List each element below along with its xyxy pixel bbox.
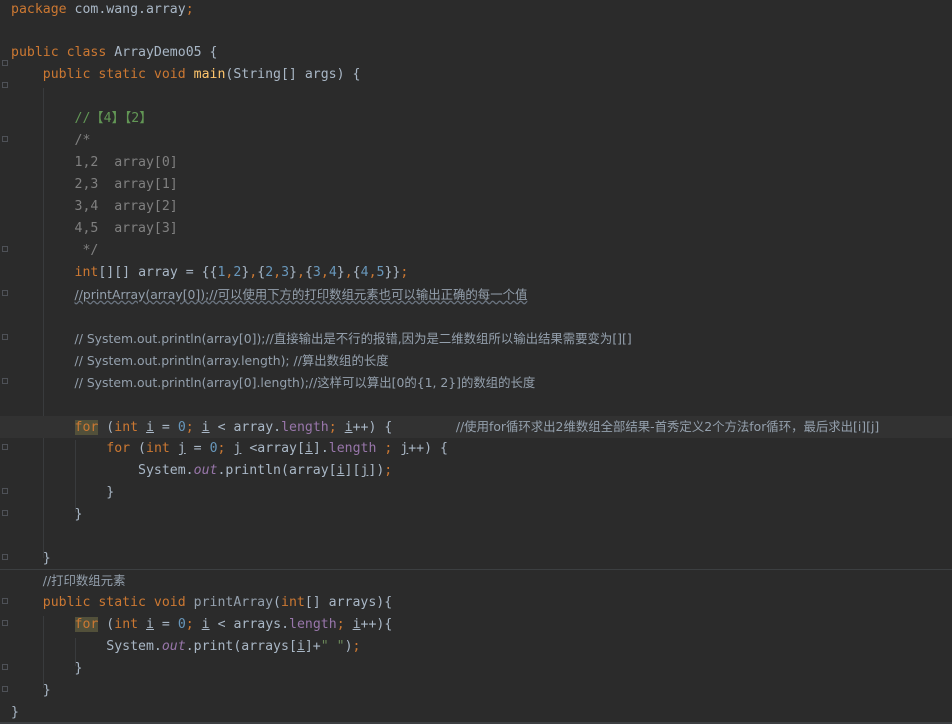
code-line-close-print: } <box>11 683 51 698</box>
fold-marker-icon[interactable] <box>2 378 8 384</box>
code-line-outer-for[interactable]: for (int i = 0; i < array.length; i++) {… <box>0 416 952 438</box>
code-line-block-3: 3,4 array[2] <box>74 199 178 214</box>
code-line-block-close: */ <box>74 243 99 258</box>
fold-marker-icon[interactable] <box>2 598 8 604</box>
fold-marker-icon[interactable] <box>2 554 8 560</box>
fold-marker-icon[interactable] <box>2 664 8 670</box>
code-line-print-call: System.out.print(arrays[i]+" "); <box>11 639 361 654</box>
code-line-inner-for: for (int j = 0; j <array[i].length ; j++… <box>106 441 448 456</box>
fold-gutter <box>0 0 10 722</box>
code-line-close-print-for: } <box>11 661 83 676</box>
code-line-class: public class ArrayDemo05 { <box>11 45 218 60</box>
fold-marker-icon[interactable] <box>2 444 8 450</box>
code-line-block-open: /* <box>74 133 91 148</box>
code-line-comment-print: //printArray(array[0]);//可以使用下方的打印数组元素也可… <box>74 287 528 302</box>
fold-marker-icon[interactable] <box>2 334 8 340</box>
fold-marker-icon[interactable] <box>2 60 8 66</box>
code-line-block-1: 1,2 array[0] <box>74 155 178 170</box>
fold-marker-icon[interactable] <box>2 510 8 516</box>
code-line-print-signature: public static void printArray(int[] arra… <box>42 595 393 610</box>
fold-marker-icon[interactable] <box>2 686 8 692</box>
fold-marker-icon[interactable] <box>2 488 8 494</box>
code-line-print-for: for (int i = 0; i < arrays.length; i++){ <box>74 617 393 632</box>
code-line-println: System.out.println(array[i][j]); <box>11 463 393 478</box>
code-line-main-signature: public static void main(String[] args) { <box>42 67 361 82</box>
code-line-block-2: 2,3 array[1] <box>74 177 178 192</box>
code-line-close-class: } <box>11 705 19 720</box>
code-line-close-inner: } <box>11 485 115 500</box>
fold-marker-icon[interactable] <box>2 246 8 252</box>
fold-marker-icon[interactable] <box>2 136 8 142</box>
code-line-comment-tag: //【4】【2】 <box>74 111 153 126</box>
code-line-close-main: } <box>11 551 51 566</box>
code-line-print-comment: //打印数组元素 <box>42 573 126 588</box>
code-line-comment-sys1: // System.out.println(array[0]);//直接输出是不… <box>74 331 632 346</box>
code-line-package: package com.wang.array; <box>11 2 194 17</box>
method-separator <box>0 569 952 570</box>
code-line-block-4: 4,5 array[3] <box>74 221 178 236</box>
code-line-comment-sys3: // System.out.println(array[0].length);/… <box>74 375 536 390</box>
code-line-array-decl: int[][] array = {{1,2},{2,3},{3,4},{4,5}… <box>74 265 409 280</box>
code-editor[interactable]: package com.wang.array; public class Arr… <box>0 0 952 722</box>
code-line-close-outer: } <box>11 507 83 522</box>
code-line-comment-sys2: // System.out.println(array.length); //算… <box>74 353 389 368</box>
fold-marker-icon[interactable] <box>2 290 8 296</box>
fold-marker-icon[interactable] <box>2 620 8 626</box>
fold-marker-icon[interactable] <box>2 82 8 88</box>
